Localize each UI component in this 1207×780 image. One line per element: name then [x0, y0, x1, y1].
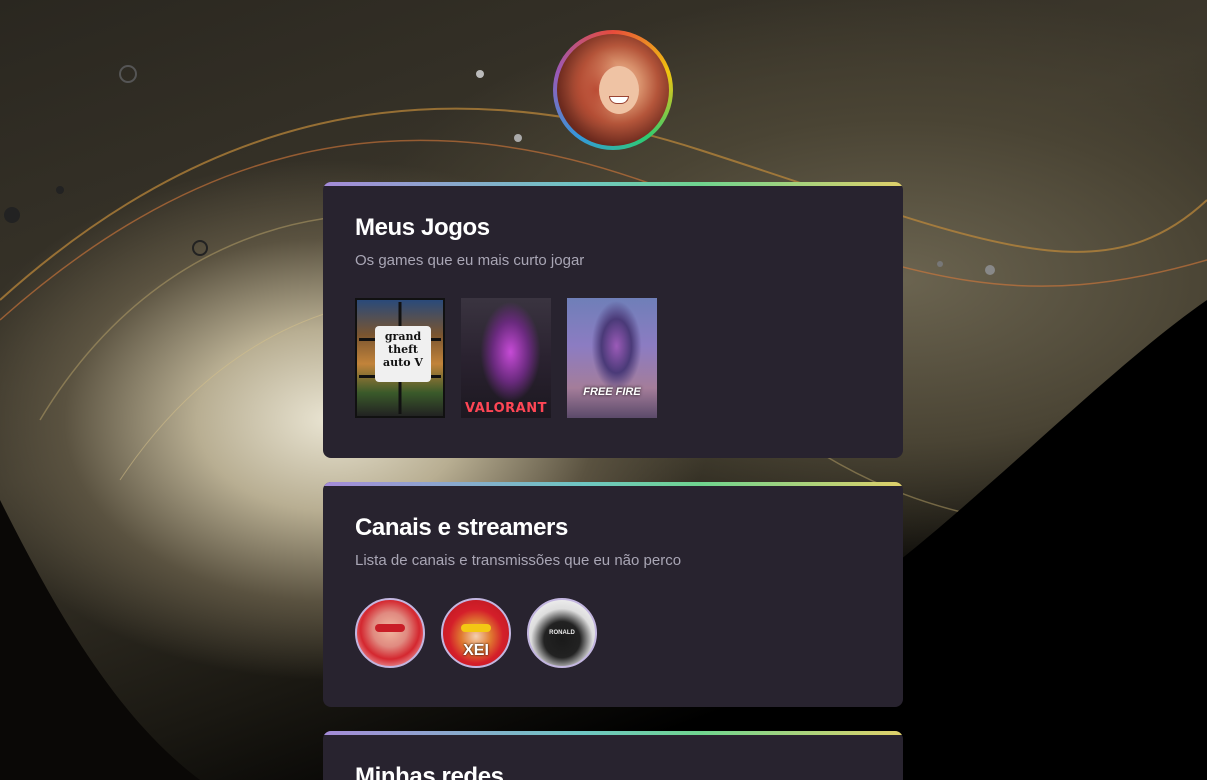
games-card: Meus Jogos Os games que eu mais curto jo… [323, 182, 903, 458]
games-card-title: Meus Jogos [355, 214, 490, 241]
streamer-3-label: RONALD [549, 630, 575, 636]
streamer-avatar-3[interactable]: RONALD [527, 598, 597, 668]
profile-avatar [557, 34, 669, 146]
streamer-avatar-2[interactable]: XEI [441, 598, 511, 668]
profile-avatar-ring [553, 30, 673, 150]
social-card-title: Minhas redes [355, 763, 504, 780]
streamers-list: XEI RONALD [355, 598, 871, 668]
game-cover-freefire[interactable]: FREE FIRE [567, 298, 657, 418]
streamer-avatar-1[interactable] [355, 598, 425, 668]
games-card-subtitle: Os games que eu mais curto jogar [355, 252, 585, 269]
games-list: grand theft auto V VALORANT FREE FIRE [355, 298, 871, 418]
game-cover-gta[interactable]: grand theft auto V [355, 298, 445, 418]
streamers-card-subtitle: Lista de canais e transmissões que eu nã… [355, 552, 682, 569]
streamers-card-title: Canais e streamers [355, 514, 568, 541]
streamers-card: Canais e streamers Lista de canais e tra… [323, 482, 903, 707]
freefire-logo: FREE FIRE [583, 386, 641, 398]
streamer-2-label: XEI [463, 642, 489, 659]
gta-logo: grand theft auto V [375, 326, 431, 382]
game-cover-valorant[interactable]: VALORANT [461, 298, 551, 418]
social-card: Minhas redes [323, 731, 903, 780]
valorant-logo: VALORANT [465, 401, 547, 416]
